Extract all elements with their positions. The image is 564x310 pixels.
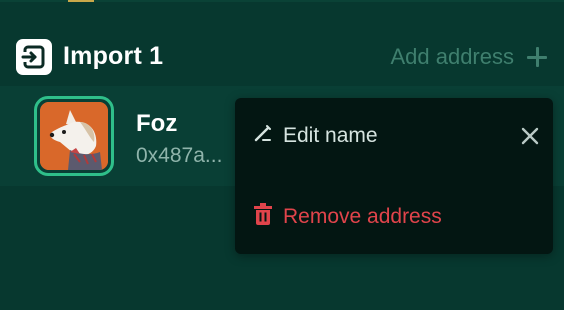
group-title: Import 1 xyxy=(63,42,164,70)
account-options-menu: Edit name Remove address xyxy=(235,98,553,254)
trash-icon xyxy=(253,202,273,231)
pencil-icon xyxy=(253,123,273,148)
dog-avatar-image xyxy=(40,102,108,170)
import-icon xyxy=(16,39,52,75)
avatar[interactable] xyxy=(34,96,114,176)
edit-name-label: Edit name xyxy=(283,123,378,147)
remove-address-label: Remove address xyxy=(283,204,442,228)
wallet-group-header: Import 1 Add address xyxy=(16,37,548,77)
remove-address-menu-item[interactable]: Remove address xyxy=(253,202,442,231)
close-icon[interactable] xyxy=(519,125,541,147)
edit-name-menu-item[interactable]: Edit name xyxy=(253,123,378,148)
account-address: 0x487a... xyxy=(136,144,223,167)
account-name: Foz xyxy=(136,110,178,137)
plus-icon xyxy=(526,46,548,68)
add-address-button[interactable]: Add address xyxy=(390,37,548,77)
add-address-label: Add address xyxy=(390,44,514,69)
top-tab-indicator xyxy=(68,0,94,2)
